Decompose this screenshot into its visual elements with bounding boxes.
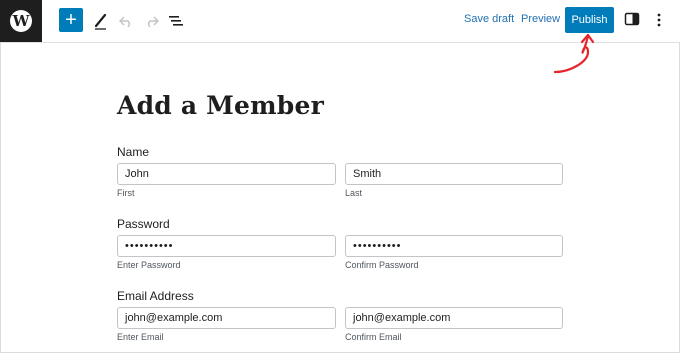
last-name-field[interactable]: Smith	[345, 163, 563, 185]
first-name-value: John	[125, 168, 149, 180]
wordpress-logo[interactable]: W	[0, 0, 42, 42]
redo-icon	[147, 16, 159, 27]
first-name-field[interactable]: John	[117, 163, 336, 185]
undo-button[interactable]	[118, 8, 134, 34]
list-view-icon	[169, 16, 183, 26]
more-options-button[interactable]	[653, 11, 665, 29]
preview-button[interactable]: Preview	[521, 13, 560, 25]
page-title: Add a Member	[117, 91, 324, 120]
sidebar-icon	[624, 12, 640, 26]
last-name-value: Smith	[353, 168, 382, 180]
email-field[interactable]: john@example.com	[117, 307, 336, 329]
password-label: Password	[117, 217, 170, 231]
publish-button[interactable]: Publish	[565, 7, 614, 33]
redo-button[interactable]	[144, 8, 160, 34]
tools-button[interactable]	[92, 8, 110, 34]
password-value: ••••••••••	[125, 240, 174, 252]
password-field[interactable]: ••••••••••	[117, 235, 336, 257]
last-name-sublabel: Last	[345, 188, 363, 198]
first-name-sublabel: First	[117, 188, 135, 198]
confirm-password-field[interactable]: ••••••••••	[345, 235, 563, 257]
confirm-email-value: john@example.com	[353, 312, 451, 324]
confirm-email-field[interactable]: john@example.com	[345, 307, 563, 329]
add-block-button[interactable]: +	[59, 8, 83, 32]
email-address-label: Email Address	[117, 289, 194, 303]
arrow-annotation-icon	[553, 33, 595, 74]
confirm-password-sublabel: Confirm Password	[345, 260, 419, 270]
document-overview-button[interactable]	[168, 8, 186, 34]
more-options-icon	[657, 13, 661, 27]
wordpress-icon: W	[10, 10, 32, 32]
confirm-email-sublabel: Confirm Email	[345, 332, 402, 342]
enter-password-sublabel: Enter Password	[117, 260, 181, 270]
plus-icon: +	[65, 9, 77, 31]
pen-icon	[94, 13, 107, 30]
email-value: john@example.com	[125, 312, 223, 324]
confirm-password-value: ••••••••••	[353, 240, 402, 252]
undo-icon	[119, 16, 131, 27]
save-draft-button[interactable]: Save draft	[464, 13, 514, 25]
enter-email-sublabel: Enter Email	[117, 332, 164, 342]
name-label: Name	[117, 145, 150, 159]
settings-sidebar-toggle[interactable]	[623, 10, 641, 28]
